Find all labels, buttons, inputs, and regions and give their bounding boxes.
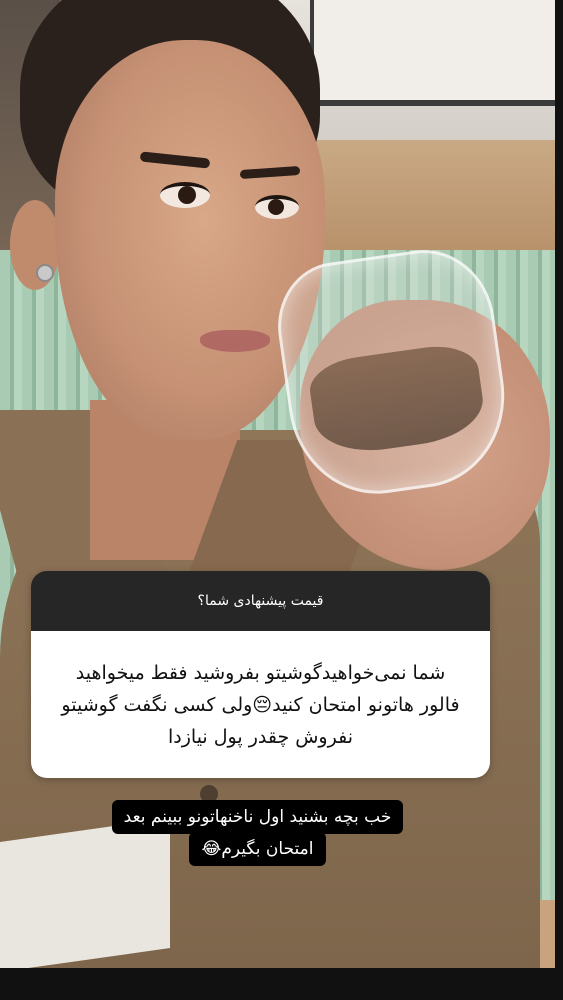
question-prompt: قیمت پیشنهادی شما؟ — [197, 593, 324, 609]
background-light-panel — [310, 0, 559, 106]
story-frame-right-edge — [555, 0, 563, 1000]
question-sticker-answer: شما نمی‌خواهیدگوشیتو بفروشید فقط میخواهی… — [31, 631, 490, 778]
story-frame-bottom-edge — [0, 968, 563, 1000]
story-caption: خب بچه بشنید اول ناخنهاتونو ببینم بعد ام… — [0, 800, 515, 866]
caption-line-2: امتحان بگیرم😂 — [189, 832, 326, 866]
question-sticker[interactable]: قیمت پیشنهادی شما؟ شما نمی‌خواهیدگوشیتو … — [31, 571, 490, 778]
caption-line-1: خب بچه بشنید اول ناخنهاتونو ببینم بعد — [111, 800, 404, 834]
earring — [36, 264, 54, 282]
pupil-right — [268, 199, 284, 215]
question-response-text: شما نمی‌خواهیدگوشیتو بفروشید فقط میخواهی… — [61, 661, 460, 748]
person-mouth — [200, 330, 270, 352]
question-sticker-header: قیمت پیشنهادی شما؟ — [31, 571, 490, 631]
pupil-left — [178, 186, 196, 204]
